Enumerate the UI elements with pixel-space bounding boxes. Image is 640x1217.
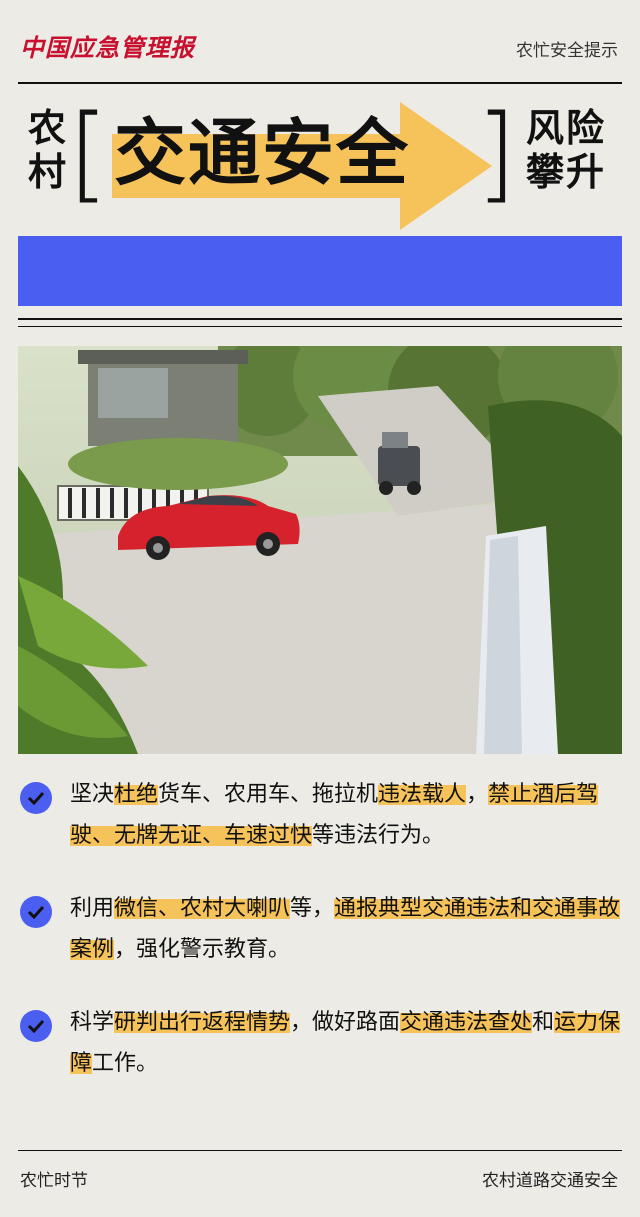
footer-right-label: 农村道路交通安全 <box>482 1171 618 1191</box>
bullet-highlight: 微信、农村大喇叭 <box>114 896 291 921</box>
logo: 中国应急管理报 <box>20 33 195 62</box>
bullet-highlight: 杜绝 <box>114 782 159 807</box>
bullet-item: 利用微信、农村大喇叭等，通报典型交通违法和交通事故案例，强化警示教育。 <box>18 888 622 970</box>
check-circle-icon <box>20 1010 52 1042</box>
bullet-list: 坚决杜绝货车、农用车、拖拉机违法载人，禁止酒后驾驶、无牌无证、车速过快等违法行为… <box>18 774 622 1084</box>
bullet-highlight: 交通违法查处 <box>400 1010 533 1035</box>
bullet-segment: ， <box>466 782 489 807</box>
bullet-segment: ，做好路面 <box>290 1010 401 1035</box>
bullet-item: 科学研判出行返程情势，做好路面交通违法查处和运力保障工作。 <box>18 1002 622 1084</box>
road-scene-photo <box>18 346 622 754</box>
bullet-text: 科学研判出行返程情势，做好路面交通违法查处和运力保障工作。 <box>70 1002 622 1084</box>
divider-rule <box>18 318 622 320</box>
bullet-segment: 坚决 <box>70 782 115 807</box>
bullet-text: 利用微信、农村大喇叭等，通报典型交通违法和交通事故案例，强化警示教育。 <box>70 888 622 970</box>
title-suffix: 风险攀升 <box>526 105 607 194</box>
bullet-segment: 利用 <box>70 896 115 921</box>
check-circle-icon <box>20 896 52 928</box>
bracket-close: ] <box>476 92 517 214</box>
bullet-segment: ，强化警示教育。 <box>114 937 291 962</box>
title-block: 农村 [ 交通安全 ] 风险攀升 <box>0 88 640 230</box>
bullet-segment: 货车、农用车、拖拉机 <box>158 782 379 807</box>
bullet-item: 坚决杜绝货车、农用车、拖拉机违法载人，禁止酒后驾驶、无牌无证、车速过快等违法行为… <box>18 774 622 856</box>
check-circle-icon <box>20 782 52 814</box>
bracket-open: [ <box>68 92 109 214</box>
bullet-segment: 等违法行为。 <box>312 823 445 848</box>
bullet-segment: 等， <box>290 896 335 921</box>
bullet-highlight: 研判出行返程情势 <box>114 1010 291 1035</box>
bullet-segment: 科学 <box>70 1010 115 1035</box>
header: 中国应急管理报 农忙安全提示 <box>0 0 640 80</box>
bullet-text: 坚决杜绝货车、农用车、拖拉机违法载人，禁止酒后驾驶、无牌无证、车速过快等违法行为… <box>70 774 622 856</box>
divider-rule-thin <box>18 326 622 327</box>
title-prefix: 农村 <box>28 105 67 194</box>
topic-label: 农忙安全提示 <box>516 41 618 61</box>
header-rule <box>18 82 622 84</box>
footer-rule <box>18 1150 622 1151</box>
bullet-segment: 工作。 <box>92 1051 159 1076</box>
bullet-segment: 和 <box>532 1010 555 1035</box>
title-main: 交通安全 <box>114 110 411 195</box>
bullet-highlight: 违法载人 <box>378 782 467 807</box>
footer-left-label: 农忙时节 <box>20 1171 88 1191</box>
blue-banner <box>18 236 622 306</box>
